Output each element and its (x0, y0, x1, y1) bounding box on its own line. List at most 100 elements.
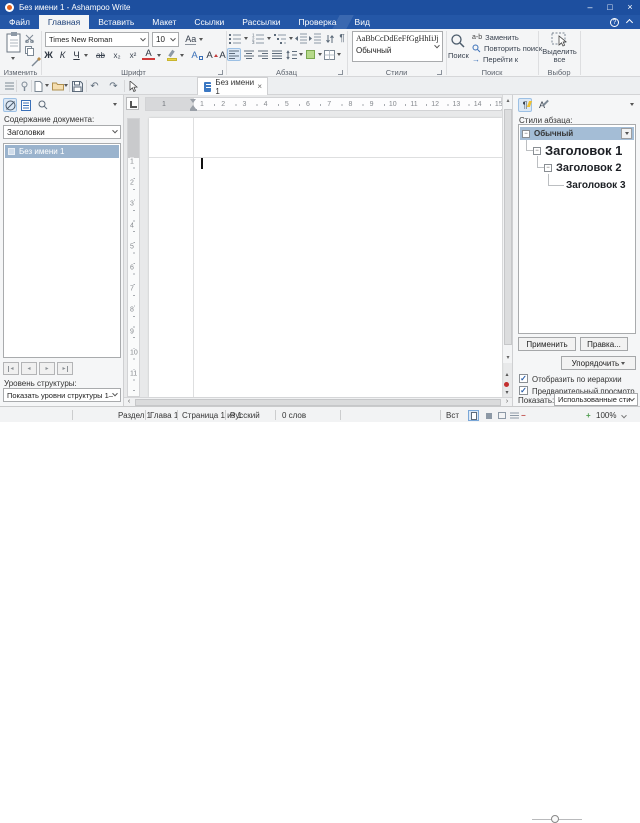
clear-formatting-button[interactable]: А (190, 49, 204, 62)
view-outline-button[interactable] (509, 410, 520, 421)
help-icon[interactable]: ? (610, 18, 619, 27)
scroll-right-icon[interactable]: › (502, 398, 512, 406)
numbered-list-button[interactable]: 123 (251, 32, 266, 45)
collapse-icon[interactable]: − (533, 147, 541, 155)
paragraph-dialog-launcher[interactable] (338, 70, 343, 75)
next-heading-button[interactable]: ▸ (39, 362, 55, 375)
view-page-layout-button[interactable] (468, 410, 479, 421)
change-case-button[interactable]: Аа (183, 33, 205, 46)
align-center-button[interactable] (242, 48, 256, 61)
replace-button[interactable]: a-b Заменить (472, 32, 519, 42)
horizontal-ruler[interactable]: 1 123456789101112131415 (145, 97, 502, 111)
edit-style-button[interactable]: Правка... (580, 337, 628, 351)
open-button[interactable] (51, 79, 64, 93)
format-painter-button[interactable] (30, 55, 41, 68)
increase-indent-button[interactable] (308, 32, 322, 45)
next-page-button[interactable]: ▾ (502, 389, 512, 396)
multilevel-list-button[interactable] (273, 32, 288, 45)
zoom-options-dropdown[interactable] (621, 413, 627, 419)
minimize-button[interactable]: – (580, 0, 600, 15)
previous-heading-button[interactable]: ◂ (21, 362, 37, 375)
tab-stop-selector[interactable] (126, 97, 139, 110)
touch-mode-button[interactable] (18, 79, 30, 93)
subscript-button[interactable]: x₂ (110, 49, 124, 62)
multilevel-list-dropdown[interactable] (289, 37, 293, 40)
paragraph-styles-button[interactable]: ¶ (518, 98, 532, 112)
panel-search-button[interactable] (36, 98, 50, 112)
italic-button[interactable]: К (56, 49, 69, 62)
style-item-heading3[interactable]: Заголовок 3 (566, 180, 626, 191)
menu-button[interactable] (3, 79, 15, 93)
search-button[interactable]: Поиск (448, 33, 468, 60)
insert-mode-indicator[interactable]: Вст (446, 411, 459, 420)
goto-button[interactable]: → Перейти к (472, 54, 518, 64)
align-left-button[interactable] (227, 48, 241, 61)
preview-checkbox[interactable]: ✓ (519, 386, 528, 395)
maximize-button[interactable]: □ (600, 0, 620, 15)
underline-button[interactable]: Ч (70, 49, 83, 62)
vertical-scrollbar-thumb[interactable] (504, 109, 512, 345)
show-styles-select[interactable]: Использованные стили (554, 393, 638, 406)
document-outline-list[interactable]: Без имени 1 (3, 143, 121, 358)
highlight-button[interactable] (165, 49, 178, 62)
panel-options-dropdown[interactable] (630, 103, 634, 106)
scroll-left-icon[interactable]: ‹ (124, 398, 134, 406)
tab-file[interactable]: Файл (0, 15, 39, 29)
numbered-list-dropdown[interactable] (267, 37, 271, 40)
status-language[interactable]: Русский (230, 411, 260, 420)
close-tab-icon[interactable]: × (257, 82, 262, 91)
browse-object-button[interactable] (504, 382, 509, 387)
vertical-scrollbar[interactable]: ▴ ▾ (502, 95, 512, 363)
sort-button[interactable] (323, 32, 336, 45)
tab-insert[interactable]: Вставить (89, 15, 143, 29)
underline-dropdown[interactable] (84, 54, 88, 57)
strikethrough-button[interactable]: ab (93, 49, 108, 62)
select-all-button[interactable]: Выделить все (541, 32, 578, 64)
previous-page-button[interactable]: ▴ (502, 371, 512, 378)
paste-dropdown[interactable] (11, 57, 15, 60)
zoom-in-button[interactable]: + (586, 411, 591, 420)
bold-button[interactable]: Ж (42, 49, 55, 62)
tab-layout[interactable]: Макет (143, 15, 185, 29)
line-spacing-dropdown[interactable] (299, 53, 303, 56)
style-item-heading1[interactable]: − Заголовок 1 (533, 143, 622, 158)
collapse-ribbon-icon[interactable] (626, 18, 633, 25)
borders-button[interactable] (323, 48, 336, 61)
close-button[interactable]: × (620, 0, 640, 15)
font-name-select[interactable]: Times New Roman (45, 32, 149, 47)
zoom-out-button[interactable]: − (521, 411, 526, 420)
style-item-normal[interactable]: − Обычный (520, 127, 634, 140)
level-select[interactable]: Показать уровни структуры 1–9 (3, 388, 121, 402)
new-document-dropdown[interactable] (45, 84, 49, 87)
highlight-dropdown[interactable] (180, 54, 184, 57)
content-type-select[interactable]: Заголовки (3, 125, 121, 139)
status-chapter[interactable]: Глава 1 (150, 411, 178, 420)
shading-dropdown[interactable] (318, 53, 322, 56)
view-fullscreen-button[interactable] (496, 410, 507, 421)
view-draft-button[interactable] (483, 410, 494, 421)
outline-item-selected[interactable]: Без имени 1 (5, 145, 119, 158)
last-heading-button[interactable]: ▸ (57, 362, 73, 375)
decrease-indent-button[interactable] (294, 32, 308, 45)
shading-button[interactable] (304, 48, 317, 61)
document-tab[interactable]: Без имени 1 × (197, 77, 268, 95)
font-color-button[interactable]: А (142, 49, 155, 60)
status-word-count[interactable]: 0 слов (282, 411, 306, 420)
align-right-button[interactable] (256, 48, 270, 61)
apply-style-button[interactable]: Применить (518, 337, 576, 351)
styles-tree[interactable]: − Обычный − Заголовок 1 − Заголовок 2 За… (518, 124, 636, 334)
grow-font-button[interactable]: А (206, 49, 218, 62)
tab-references[interactable]: Ссылки (185, 15, 233, 29)
hierarchy-checkbox[interactable]: ✓ (519, 374, 528, 383)
horizontal-scrollbar-thumb[interactable] (135, 399, 501, 406)
zoom-slider-kn b[interactable] (551, 815, 559, 823)
style-item-heading2[interactable]: − Заголовок 2 (544, 162, 621, 174)
collapse-icon[interactable]: − (522, 130, 530, 138)
bullet-list-dropdown[interactable] (244, 37, 248, 40)
organize-styles-button[interactable]: Упорядочить (561, 356, 636, 370)
collapse-icon[interactable]: − (544, 164, 552, 172)
font-size-select[interactable]: 10 (152, 32, 179, 47)
paste-button[interactable] (5, 31, 23, 54)
scroll-up-icon[interactable]: ▴ (503, 97, 512, 104)
pointer-tool-button[interactable] (127, 79, 140, 93)
